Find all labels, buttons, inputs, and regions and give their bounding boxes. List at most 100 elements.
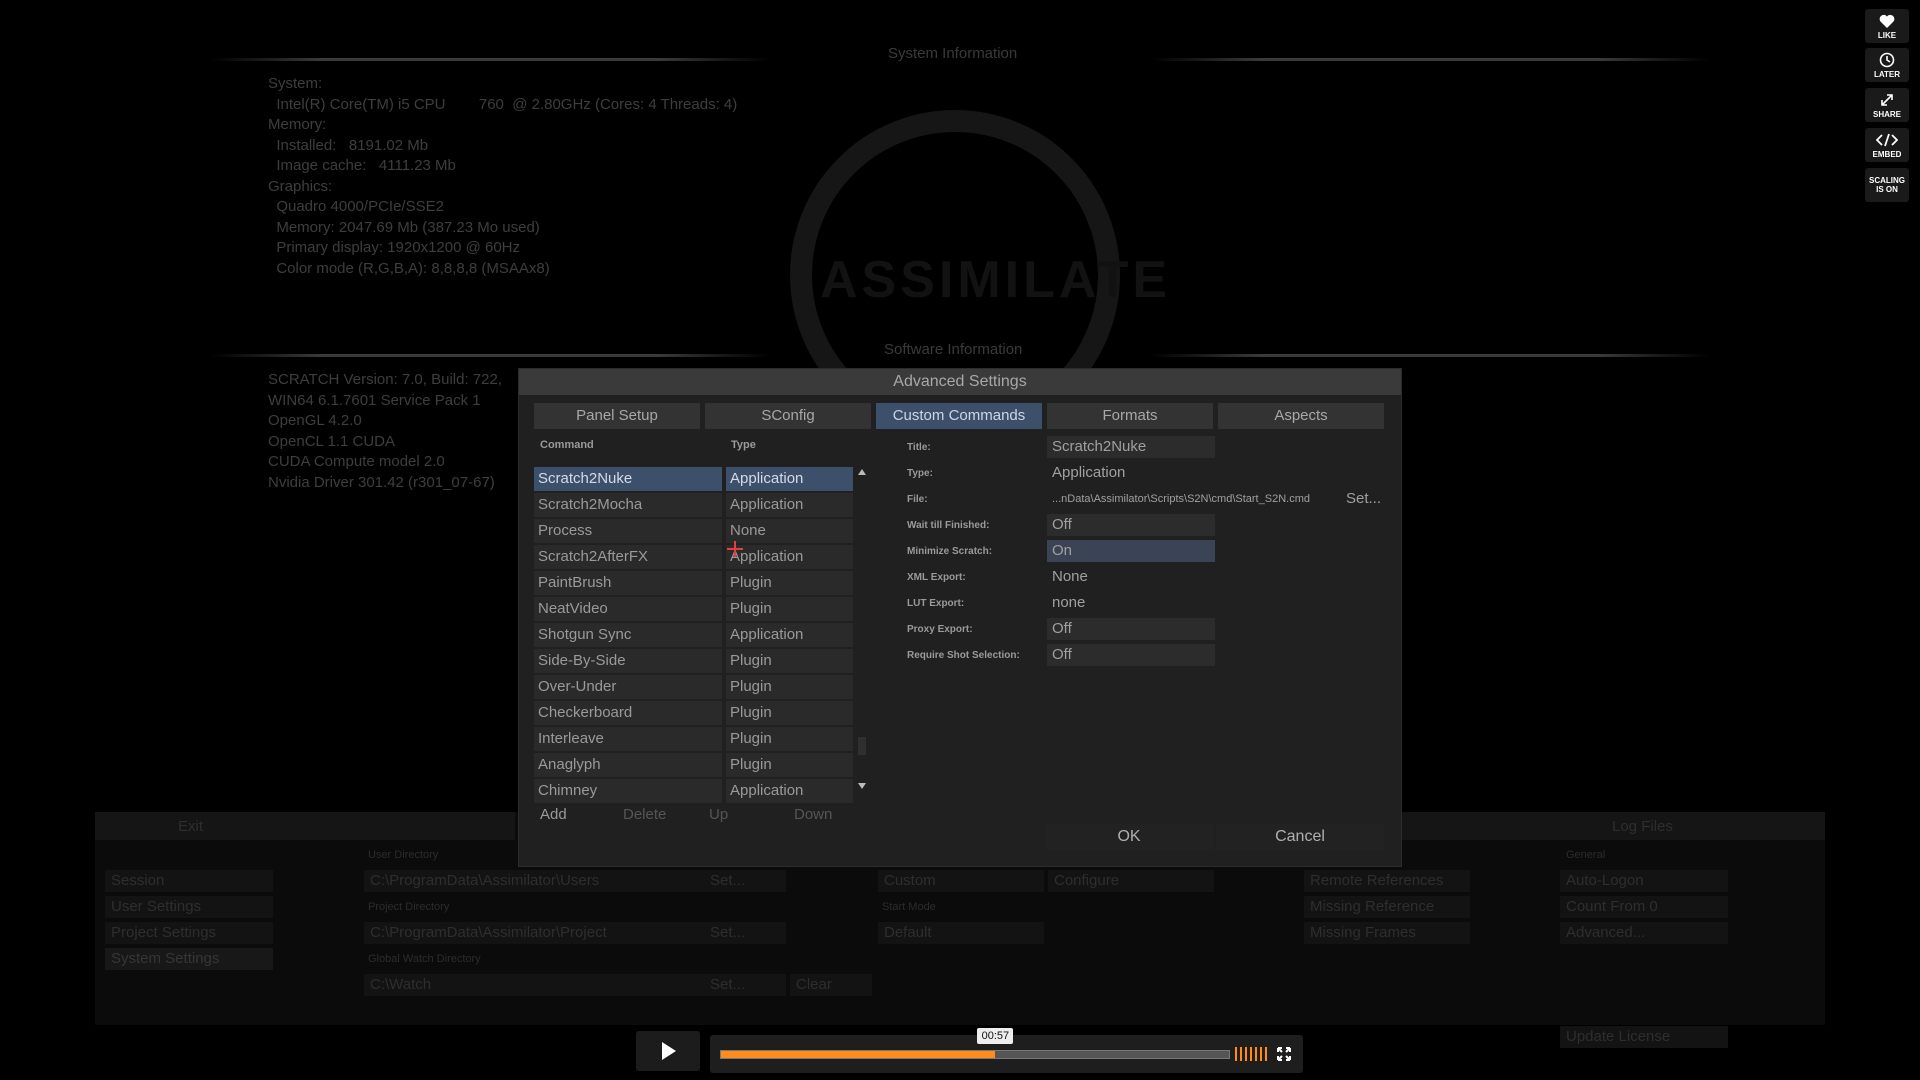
list-item[interactable]: Over-Under Plugin — [534, 675, 853, 699]
list-item[interactable]: NeatVideo Plugin — [534, 597, 853, 621]
like-button[interactable]: LIKE — [1865, 9, 1909, 43]
file-path-field[interactable]: ...nData\Assimilator\Scripts\S2N\cmd\Sta… — [1047, 488, 1337, 510]
command-name[interactable]: Checkerboard — [534, 701, 722, 725]
title-field[interactable]: Scratch2Nuke — [1047, 436, 1215, 458]
sidebar-item-user-settings[interactable]: User Settings — [105, 896, 273, 918]
file-set-button[interactable]: Set... — [1341, 488, 1381, 510]
system-info-line: Memory: — [268, 116, 327, 133]
missing-reference-button[interactable]: Missing Reference — [1304, 896, 1470, 918]
add-command-button[interactable]: Add — [540, 804, 567, 826]
command-name[interactable]: NeatVideo — [534, 597, 722, 621]
command-name[interactable]: Scratch2Mocha — [534, 493, 722, 517]
auto-logon-button[interactable]: Auto-Logon — [1560, 870, 1728, 892]
scroll-up-icon[interactable] — [858, 469, 866, 475]
proxy-export-toggle[interactable]: Off — [1047, 618, 1215, 640]
command-type[interactable]: Plugin — [726, 727, 853, 751]
custom-button[interactable]: Custom — [878, 870, 1044, 892]
list-item[interactable]: Scratch2Nuke Application — [534, 467, 853, 491]
command-type[interactable]: None — [726, 519, 853, 543]
tab-formats[interactable]: Formats — [1047, 403, 1213, 429]
watch-directory-clear-button[interactable]: Clear — [790, 974, 872, 996]
user-directory-set-button[interactable]: Set... — [704, 870, 786, 892]
list-item[interactable]: Checkerboard Plugin — [534, 701, 853, 725]
configure-button[interactable]: Configure — [1048, 870, 1214, 892]
xml-export-value[interactable]: None — [1047, 566, 1088, 588]
list-item[interactable]: Shotgun Sync Application — [534, 623, 853, 647]
tab-custom-commands[interactable]: Custom Commands — [876, 403, 1042, 429]
minimize-scratch-toggle[interactable]: On — [1047, 540, 1215, 562]
command-name[interactable]: Interleave — [534, 727, 722, 751]
default-button[interactable]: Default — [878, 922, 1044, 944]
share-button[interactable]: SHARE — [1865, 88, 1909, 122]
command-type[interactable]: Plugin — [726, 649, 853, 673]
missing-frames-button[interactable]: Missing Frames — [1304, 922, 1470, 944]
command-type[interactable]: Plugin — [726, 597, 853, 621]
sidebar-item-session[interactable]: Session — [105, 870, 273, 892]
command-type[interactable]: Plugin — [726, 571, 853, 595]
remote-references-button[interactable]: Remote References — [1304, 870, 1470, 892]
watch-directory-field[interactable]: C:\Watch — [364, 974, 704, 996]
command-type[interactable]: Application — [726, 779, 853, 803]
command-name[interactable]: Side-By-Side — [534, 649, 722, 673]
command-list-scrollbar[interactable] — [856, 467, 868, 797]
command-type[interactable]: Plugin — [726, 701, 853, 725]
require-shot-selection-toggle[interactable]: Off — [1047, 644, 1215, 666]
command-type[interactable]: Application — [726, 623, 853, 647]
command-name[interactable]: Over-Under — [534, 675, 722, 699]
scaling-button[interactable]: SCALING IS ON — [1865, 168, 1909, 202]
update-license-button[interactable]: Update License — [1560, 1026, 1728, 1048]
command-type[interactable]: Application — [726, 493, 853, 517]
list-item[interactable]: Interleave Plugin — [534, 727, 853, 751]
log-files-label[interactable]: Log Files — [1612, 818, 1673, 835]
project-directory-set-button[interactable]: Set... — [704, 922, 786, 944]
command-type[interactable]: Application — [726, 545, 853, 569]
command-type[interactable]: Application — [726, 467, 853, 491]
list-item[interactable]: Scratch2AfterFX Application — [534, 545, 853, 569]
play-button[interactable] — [636, 1031, 700, 1071]
command-name[interactable]: Anaglyph — [534, 753, 722, 777]
list-item[interactable]: Chimney Application — [534, 779, 853, 803]
project-directory-field[interactable]: C:\ProgramData\Assimilator\Project — [364, 922, 704, 944]
list-item[interactable]: PaintBrush Plugin — [534, 571, 853, 595]
lut-export-value[interactable]: none — [1047, 592, 1085, 614]
scroll-down-icon[interactable] — [858, 783, 866, 789]
list-item[interactable]: Side-By-Side Plugin — [534, 649, 853, 673]
user-directory-field[interactable]: C:\ProgramData\Assimilator\Users — [364, 870, 704, 892]
command-name[interactable]: Scratch2Nuke — [534, 467, 722, 491]
advanced-button[interactable]: Advanced... — [1560, 922, 1728, 944]
tab-panel-setup[interactable]: Panel Setup — [534, 403, 700, 429]
system-info-line: Image cache: 4111.23 Mb — [268, 157, 456, 174]
tab-aspects[interactable]: Aspects — [1218, 403, 1384, 429]
later-button[interactable]: LATER — [1865, 48, 1909, 82]
progress-track[interactable] — [720, 1050, 1230, 1059]
list-item[interactable]: Anaglyph Plugin — [534, 753, 853, 777]
command-name[interactable]: Scratch2AfterFX — [534, 545, 722, 569]
command-name[interactable]: PaintBrush — [534, 571, 722, 595]
scroll-thumb[interactable] — [858, 737, 866, 755]
type-value[interactable]: Application — [1047, 462, 1125, 484]
ok-button[interactable]: OK — [1045, 824, 1213, 850]
command-name[interactable]: Chimney — [534, 779, 722, 803]
count-from-0-button[interactable]: Count From 0 — [1560, 896, 1728, 918]
volume-icon[interactable] — [1235, 1047, 1271, 1061]
sidebar-item-system-settings[interactable]: System Settings — [105, 948, 273, 970]
share-label: SHARE — [1872, 110, 1901, 119]
sidebar-item-project-settings[interactable]: Project Settings — [105, 922, 273, 944]
command-type[interactable]: Plugin — [726, 753, 853, 777]
wait-till-finished-toggle[interactable]: Off — [1047, 514, 1215, 536]
list-item[interactable]: Scratch2Mocha Application — [534, 493, 853, 517]
cancel-button[interactable]: Cancel — [1216, 824, 1384, 850]
fullscreen-icon[interactable] — [1277, 1047, 1291, 1061]
move-down-button[interactable]: Down — [794, 804, 832, 826]
tab-sconfig[interactable]: SConfig — [705, 403, 871, 429]
delete-command-button[interactable]: Delete — [623, 804, 666, 826]
scaling-label: SCALING IS ON — [1869, 176, 1905, 194]
embed-button[interactable]: EMBED — [1865, 128, 1909, 162]
move-up-button[interactable]: Up — [709, 804, 728, 826]
command-name[interactable]: Process — [534, 519, 722, 543]
command-type[interactable]: Plugin — [726, 675, 853, 699]
command-name[interactable]: Shotgun Sync — [534, 623, 722, 647]
watch-directory-set-button[interactable]: Set... — [704, 974, 786, 996]
exit-label[interactable]: Exit — [178, 818, 203, 835]
list-item[interactable]: Process None — [534, 519, 853, 543]
